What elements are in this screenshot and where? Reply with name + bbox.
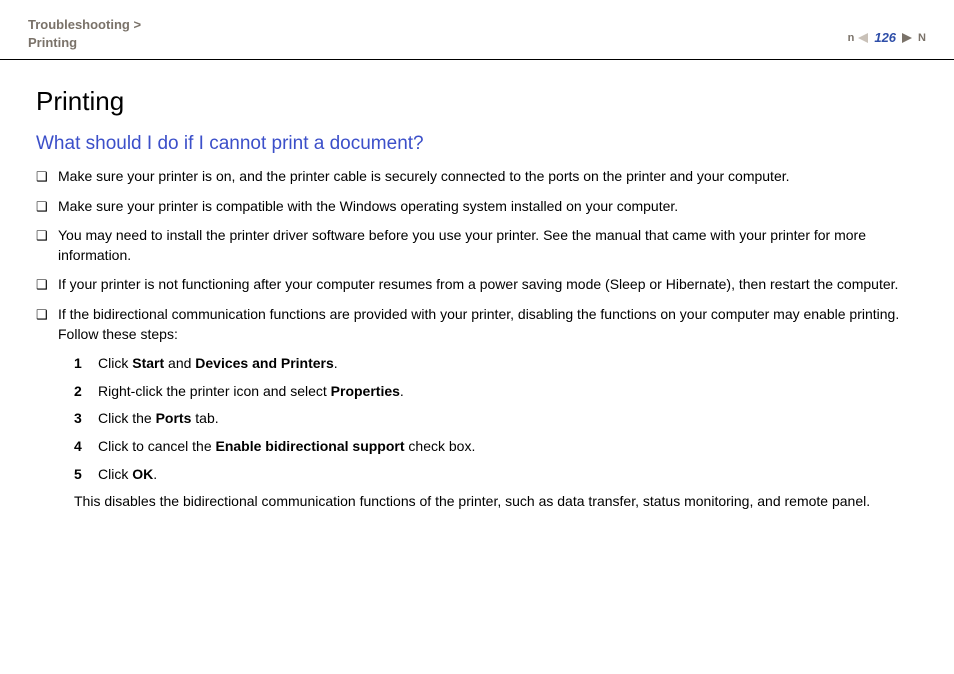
page-number: 126 [872, 30, 898, 45]
closing-text: This disables the bidirectional communic… [74, 492, 926, 512]
question-heading: What should I do if I cannot print a doc… [36, 133, 926, 155]
bullet-icon: ❑ [36, 226, 58, 245]
step-item: 4 Click to cancel the Enable bidirection… [74, 437, 926, 457]
step-number: 5 [74, 465, 98, 485]
step-text: Right-click the printer icon and select … [98, 382, 926, 402]
prev-page-icon[interactable] [858, 33, 868, 43]
list-item: ❑ If the bidirectional communication fun… [36, 305, 926, 344]
n-label-right: N [916, 32, 926, 44]
step-number: 1 [74, 354, 98, 374]
n-label-left: n [846, 32, 855, 44]
page-header: Troubleshooting > Printing n 126 N [0, 0, 954, 60]
bullet-text: You may need to install the printer driv… [58, 226, 926, 265]
bullet-icon: ❑ [36, 275, 58, 294]
list-item: ❑ Make sure your printer is compatible w… [36, 197, 926, 217]
bullet-icon: ❑ [36, 305, 58, 324]
bullet-text: Make sure your printer is on, and the pr… [58, 167, 926, 187]
step-number: 4 [74, 437, 98, 457]
bullet-text: If your printer is not functioning after… [58, 275, 926, 295]
step-number: 3 [74, 409, 98, 429]
step-text: Click Start and Devices and Printers. [98, 354, 926, 374]
step-item: 3 Click the Ports tab. [74, 409, 926, 429]
breadcrumb[interactable]: Troubleshooting > Printing [28, 16, 141, 51]
page-title: Printing [36, 86, 926, 117]
steps-list: 1 Click Start and Devices and Printers. … [74, 354, 926, 484]
content-area: Printing What should I do if I cannot pr… [0, 60, 954, 512]
bullet-list: ❑ Make sure your printer is on, and the … [36, 167, 926, 344]
step-item: 5 Click OK. [74, 465, 926, 485]
step-text: Click the Ports tab. [98, 409, 926, 429]
step-number: 2 [74, 382, 98, 402]
list-item: ❑ Make sure your printer is on, and the … [36, 167, 926, 187]
breadcrumb-sep: > [133, 17, 141, 32]
page-nav: n 126 N [846, 16, 926, 45]
bullet-icon: ❑ [36, 167, 58, 186]
list-item: ❑ If your printer is not functioning aft… [36, 275, 926, 295]
breadcrumb-current[interactable]: Printing [28, 35, 77, 50]
bullet-text: Make sure your printer is compatible wit… [58, 197, 926, 217]
next-page-icon[interactable] [902, 33, 912, 43]
breadcrumb-parent[interactable]: Troubleshooting [28, 17, 130, 32]
step-item: 2 Right-click the printer icon and selec… [74, 382, 926, 402]
list-item: ❑ You may need to install the printer dr… [36, 226, 926, 265]
step-text: Click to cancel the Enable bidirectional… [98, 437, 926, 457]
bullet-text: If the bidirectional communication funct… [58, 305, 926, 344]
step-text: Click OK. [98, 465, 926, 485]
step-item: 1 Click Start and Devices and Printers. [74, 354, 926, 374]
bullet-icon: ❑ [36, 197, 58, 216]
